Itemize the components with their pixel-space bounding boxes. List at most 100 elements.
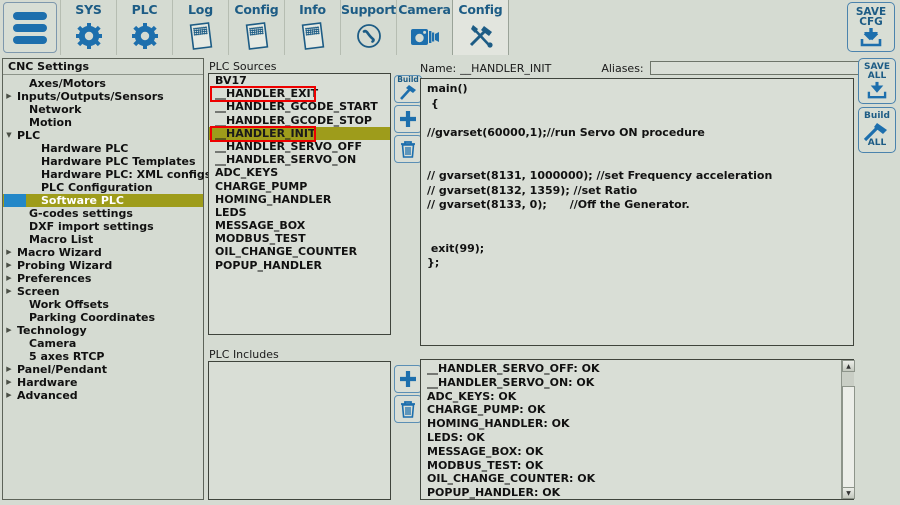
build-button[interactable]: Build — [394, 75, 422, 103]
toolbar-tab-label: Info — [299, 2, 326, 17]
sidebar-item-hardware-plc-xml-configs[interactable]: Hardware PLC: XML configs — [3, 168, 203, 181]
sidebar-item-camera[interactable]: Camera — [3, 337, 203, 350]
plc-source-item[interactable]: POPUP_HANDLER — [209, 259, 390, 272]
sidebar-item-preferences[interactable]: ▶Preferences — [3, 272, 203, 285]
sidebar-item-label: Software PLC — [39, 194, 124, 207]
plc-includes-list[interactable] — [208, 361, 391, 500]
code-line — [427, 213, 853, 228]
sidebar-item-label: PLC — [15, 129, 40, 142]
code-line: }; — [427, 256, 853, 271]
chevron-right-icon[interactable]: ▶ — [3, 363, 15, 376]
plc-source-item[interactable]: ADC_KEYS — [209, 166, 390, 179]
sidebar-item-panel-pendant[interactable]: ▶Panel/Pendant — [3, 363, 203, 376]
sidebar-item-g-codes-settings[interactable]: G-codes settings — [3, 207, 203, 220]
code-line — [427, 155, 853, 170]
toolbar-tab-label: Config — [458, 2, 502, 17]
toolbar-tab-info-4[interactable]: Info — [284, 0, 341, 55]
sidebar-item-probing-wizard[interactable]: ▶Probing Wizard — [3, 259, 203, 272]
chevron-right-icon[interactable]: ▶ — [3, 272, 15, 285]
toolbar-tab-log-2[interactable]: Log — [172, 0, 229, 55]
chevron-right-icon[interactable]: ▶ — [3, 389, 15, 402]
sidebar-item-5-axes-rtcp[interactable]: 5 axes RTCP — [3, 350, 203, 363]
delete-include-button[interactable] — [394, 395, 422, 423]
code-line: exit(99); — [427, 242, 853, 257]
sidebar-item-inputs-outputs-sensors[interactable]: ▶Inputs/Outputs/Sensors — [3, 90, 203, 103]
plc-source-item[interactable]: __HANDLER_INIT — [209, 127, 390, 140]
log-line: HOMING_HANDLER: OK — [427, 417, 853, 431]
chevron-right-icon[interactable]: ▶ — [3, 90, 15, 103]
sidebar-item-plc-configuration[interactable]: PLC Configuration — [3, 181, 203, 194]
log-line: __HANDLER_SERVO_ON: OK — [427, 376, 853, 390]
plc-source-item[interactable]: __HANDLER_SERVO_ON — [209, 153, 390, 166]
plc-source-item[interactable]: MODBUS_TEST — [209, 232, 390, 245]
aliases-input[interactable] — [650, 61, 860, 75]
gear-icon — [76, 17, 102, 55]
toolbar-tab-camera-6[interactable]: Camera — [396, 0, 453, 55]
sidebar-item-label: Macro Wizard — [15, 246, 102, 259]
plc-source-item[interactable]: __HANDLER_SERVO_OFF — [209, 140, 390, 153]
code-editor[interactable]: main() {//gvarset(60000,1);//run Servo O… — [420, 78, 854, 346]
main-menu-button[interactable] — [3, 2, 57, 53]
chevron-right-icon[interactable]: ▶ — [3, 324, 15, 337]
toolbar-tab-support-5[interactable]: Support — [340, 0, 397, 55]
sidebar-item-axes-motors[interactable]: Axes/Motors — [3, 77, 203, 90]
sidebar-item-parking-coordinates[interactable]: Parking Coordinates — [3, 311, 203, 324]
add-include-button[interactable] — [394, 365, 422, 393]
sidebar-item-label: Advanced — [15, 389, 78, 402]
toolbar-tab-config-7[interactable]: Config — [452, 0, 509, 55]
code-line: // gvarset(8132, 1359); //set Ratio — [427, 184, 853, 199]
sidebar-item-work-offsets[interactable]: Work Offsets — [3, 298, 203, 311]
sidebar-item-macro-list[interactable]: Macro List — [3, 233, 203, 246]
toolbar-tab-config-3[interactable]: Config — [228, 0, 285, 55]
sidebar-item-network[interactable]: Network — [3, 103, 203, 116]
tree-item-list: Axes/Motors▶Inputs/Outputs/SensorsNetwor… — [3, 75, 203, 402]
build-button-label: Build — [395, 76, 421, 84]
sidebar-item-label: Hardware PLC — [39, 142, 128, 155]
chevron-right-icon[interactable]: ▶ — [3, 376, 15, 389]
sidebar-item-label: Parking Coordinates — [27, 311, 155, 324]
toolbar-tab-sys-0[interactable]: SYS — [60, 0, 117, 55]
log-line: __HANDLER_SERVO_OFF: OK — [427, 362, 853, 376]
selection-indicator — [4, 194, 26, 207]
chevron-right-icon[interactable]: ▶ — [3, 246, 15, 259]
sidebar-item-advanced[interactable]: ▶Advanced — [3, 389, 203, 402]
toolbar-tab-plc-1[interactable]: PLC — [116, 0, 173, 55]
save-cfg-button[interactable]: SAVE CFG — [847, 2, 895, 52]
plc-sources-label: PLC Sources — [209, 60, 276, 73]
sidebar-item-technology[interactable]: ▶Technology — [3, 324, 203, 337]
plc-source-item[interactable]: __HANDLER_GCODE_START — [209, 100, 390, 113]
scroll-up-button[interactable]: ▲ — [842, 360, 855, 372]
sidebar-item-motion[interactable]: Motion — [3, 116, 203, 129]
sidebar-item-dxf-import-settings[interactable]: DXF import settings — [3, 220, 203, 233]
log-line: OIL_CHANGE_COUNTER: OK — [427, 472, 853, 486]
chevron-right-icon[interactable]: ▶ — [3, 285, 15, 298]
save-all-button[interactable]: SAVE ALL — [858, 58, 896, 104]
sidebar-item-hardware-plc-templates[interactable]: Hardware PLC Templates — [3, 155, 203, 168]
scroll-down-button[interactable]: ▼ — [842, 487, 855, 499]
plc-source-item[interactable]: OIL_CHANGE_COUNTER — [209, 245, 390, 258]
plc-source-item[interactable]: BV17 — [209, 74, 390, 87]
sidebar-item-hardware[interactable]: ▶Hardware — [3, 376, 203, 389]
chevron-down-icon[interactable]: ▼ — [3, 129, 15, 142]
plc-source-item[interactable]: LEDS — [209, 206, 390, 219]
sidebar-item-label: Camera — [27, 337, 76, 350]
chevron-right-icon[interactable]: ▶ — [3, 259, 15, 272]
build-output-log[interactable]: __HANDLER_SERVO_OFF: OK__HANDLER_SERVO_O… — [420, 359, 854, 500]
sidebar-item-macro-wizard[interactable]: ▶Macro Wizard — [3, 246, 203, 259]
delete-source-button[interactable] — [394, 135, 422, 163]
plc-sources-list[interactable]: BV17__HANDLER_EXIT__HANDLER_GCODE_START_… — [208, 73, 391, 335]
build-all-button[interactable]: Build ALL — [858, 107, 896, 153]
log-vertical-scrollbar[interactable]: ▲ ▼ — [841, 360, 854, 499]
plc-source-item[interactable]: __HANDLER_GCODE_STOP — [209, 114, 390, 127]
hammer-icon — [398, 83, 418, 101]
sidebar-item-screen[interactable]: ▶Screen — [3, 285, 203, 298]
sidebar-item-plc[interactable]: ▼PLC — [3, 129, 203, 142]
scrollbar-thumb[interactable] — [842, 386, 855, 490]
sidebar-item-hardware-plc[interactable]: Hardware PLC — [3, 142, 203, 155]
plc-source-item[interactable]: HOMING_HANDLER — [209, 193, 390, 206]
plc-source-item[interactable]: __HANDLER_EXIT — [209, 87, 390, 100]
sidebar-item-software-plc[interactable]: Software PLC — [3, 194, 203, 207]
plc-source-item[interactable]: MESSAGE_BOX — [209, 219, 390, 232]
add-source-button[interactable] — [394, 105, 422, 133]
plc-source-item[interactable]: CHARGE_PUMP — [209, 180, 390, 193]
